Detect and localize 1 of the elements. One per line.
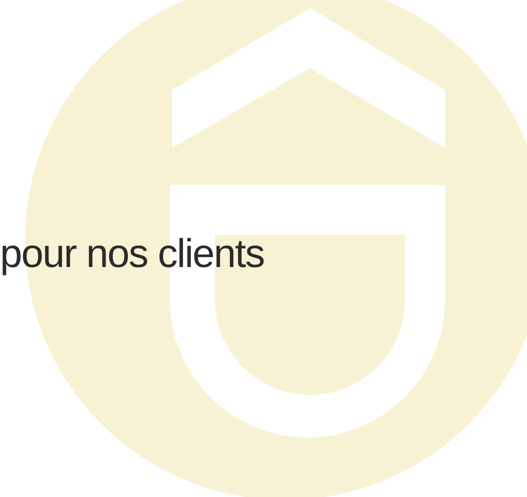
heading: pour nos clients bbox=[0, 234, 264, 274]
